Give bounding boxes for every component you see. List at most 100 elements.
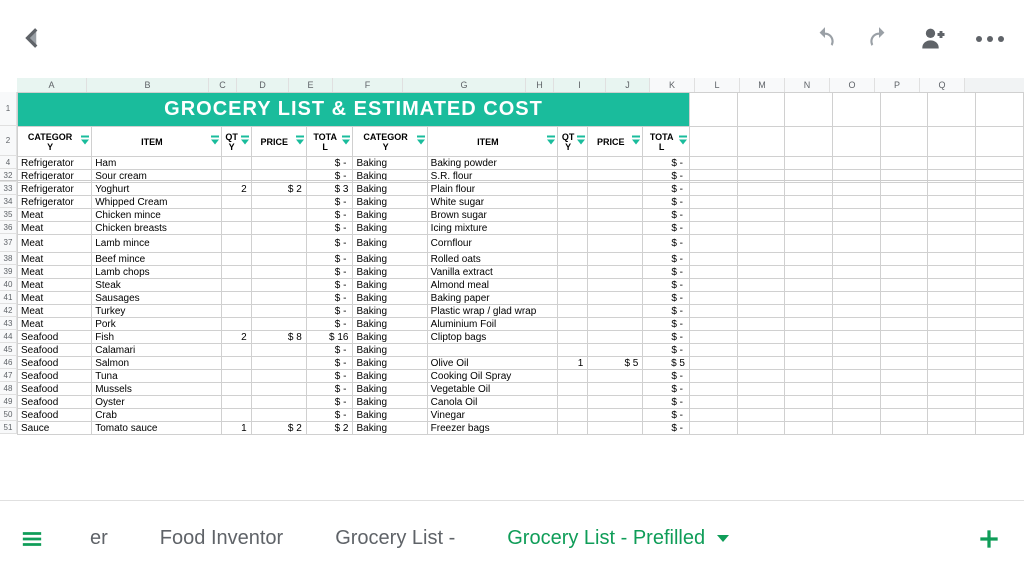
sheet-tab-2[interactable]: Grocery List - <box>309 501 481 576</box>
back-button[interactable] <box>20 25 46 54</box>
cell[interactable] <box>737 253 785 266</box>
column-header[interactable]: A <box>17 78 87 92</box>
cell[interactable] <box>558 222 588 235</box>
column-header[interactable]: O <box>830 78 875 92</box>
cell[interactable] <box>690 222 738 235</box>
cell[interactable] <box>785 370 833 383</box>
cell[interactable] <box>785 305 833 318</box>
cell[interactable]: Baking <box>353 305 427 318</box>
cell[interactable] <box>833 370 881 383</box>
cell[interactable]: $ - <box>643 422 690 435</box>
cell[interactable]: Refrigerator <box>18 183 92 196</box>
column-header[interactable]: M <box>740 78 785 92</box>
cell[interactable] <box>928 127 976 157</box>
cell[interactable] <box>690 422 738 435</box>
cell[interactable] <box>833 157 881 170</box>
cell[interactable] <box>928 266 976 279</box>
cell[interactable]: Turkey <box>92 305 221 318</box>
cell[interactable]: 2 <box>221 183 251 196</box>
column-header[interactable]: H <box>526 78 554 92</box>
cell[interactable] <box>251 222 306 235</box>
cell[interactable]: $ - <box>643 409 690 422</box>
cell[interactable] <box>976 383 1024 396</box>
cell[interactable] <box>221 383 251 396</box>
cell[interactable] <box>833 318 881 331</box>
cell[interactable] <box>737 235 785 253</box>
cell[interactable] <box>251 409 306 422</box>
cell[interactable] <box>558 318 588 331</box>
cell[interactable]: $ - <box>306 396 353 409</box>
cell[interactable] <box>785 409 833 422</box>
cell[interactable] <box>588 305 643 318</box>
cell[interactable] <box>558 235 588 253</box>
cell[interactable] <box>588 157 643 170</box>
cell[interactable]: Lamb chops <box>92 266 221 279</box>
cell[interactable]: Baking <box>353 279 427 292</box>
cell[interactable]: $ - <box>643 222 690 235</box>
cell[interactable]: Baking <box>353 292 427 305</box>
cell[interactable] <box>928 357 976 370</box>
cell[interactable] <box>737 196 785 209</box>
cell[interactable] <box>976 292 1024 305</box>
cell[interactable] <box>976 127 1024 157</box>
cell[interactable]: $ - <box>643 370 690 383</box>
cell[interactable] <box>737 357 785 370</box>
cell[interactable] <box>833 93 881 127</box>
cell[interactable] <box>588 422 643 435</box>
cell[interactable]: Olive Oil <box>427 357 557 370</box>
row-header[interactable]: 33 <box>0 182 17 195</box>
cell[interactable] <box>221 344 251 357</box>
cell[interactable]: Baking <box>353 409 427 422</box>
cell[interactable] <box>928 222 976 235</box>
cell[interactable]: Refrigerator <box>18 157 92 170</box>
cell[interactable] <box>690 209 738 222</box>
column-header-cell[interactable]: TOTAL <box>306 127 353 157</box>
row-header[interactable]: 46 <box>0 356 17 369</box>
cell[interactable] <box>690 93 738 127</box>
cell[interactable]: $ - <box>643 305 690 318</box>
column-header[interactable]: N <box>785 78 830 92</box>
cell[interactable]: Baking <box>353 222 427 235</box>
grid[interactable]: GROCERY LIST & ESTIMATED COSTCATEGORYITE… <box>17 92 1024 435</box>
cell[interactable] <box>251 370 306 383</box>
column-header-cell[interactable]: ITEM <box>92 127 221 157</box>
cell[interactable]: Baking <box>353 196 427 209</box>
cell[interactable] <box>251 318 306 331</box>
cell[interactable] <box>976 235 1024 253</box>
cell[interactable] <box>833 222 881 235</box>
cell[interactable] <box>690 344 738 357</box>
cell[interactable] <box>928 370 976 383</box>
cell[interactable] <box>976 422 1024 435</box>
cell[interactable] <box>976 209 1024 222</box>
cell[interactable] <box>928 422 976 435</box>
cell[interactable] <box>833 183 881 196</box>
cell[interactable]: Pork <box>92 318 221 331</box>
cell[interactable]: $ - <box>306 409 353 422</box>
cell[interactable]: $ 2 <box>251 183 306 196</box>
cell[interactable]: $ - <box>306 383 353 396</box>
sheet-tab-3[interactable]: Grocery List - Prefilled <box>481 501 755 576</box>
cell[interactable]: Seafood <box>18 357 92 370</box>
cell[interactable]: Rolled oats <box>427 253 557 266</box>
cell[interactable] <box>690 196 738 209</box>
cell[interactable]: Meat <box>18 279 92 292</box>
cell[interactable]: Baking <box>353 157 427 170</box>
cell[interactable]: White sugar <box>427 196 557 209</box>
cell[interactable]: $ - <box>306 357 353 370</box>
cell[interactable] <box>251 357 306 370</box>
cell[interactable] <box>588 279 643 292</box>
cell[interactable] <box>880 196 928 209</box>
cell[interactable] <box>785 279 833 292</box>
cell[interactable] <box>785 422 833 435</box>
cell[interactable] <box>976 370 1024 383</box>
cell[interactable]: $ - <box>306 157 353 170</box>
cell[interactable]: Refrigerator <box>18 196 92 209</box>
cell[interactable] <box>880 305 928 318</box>
cell[interactable]: Mussels <box>92 383 221 396</box>
cell[interactable] <box>880 266 928 279</box>
cell[interactable] <box>251 279 306 292</box>
cell[interactable] <box>221 235 251 253</box>
cell[interactable]: Baking <box>353 209 427 222</box>
cell[interactable] <box>558 422 588 435</box>
cell[interactable]: Meat <box>18 235 92 253</box>
